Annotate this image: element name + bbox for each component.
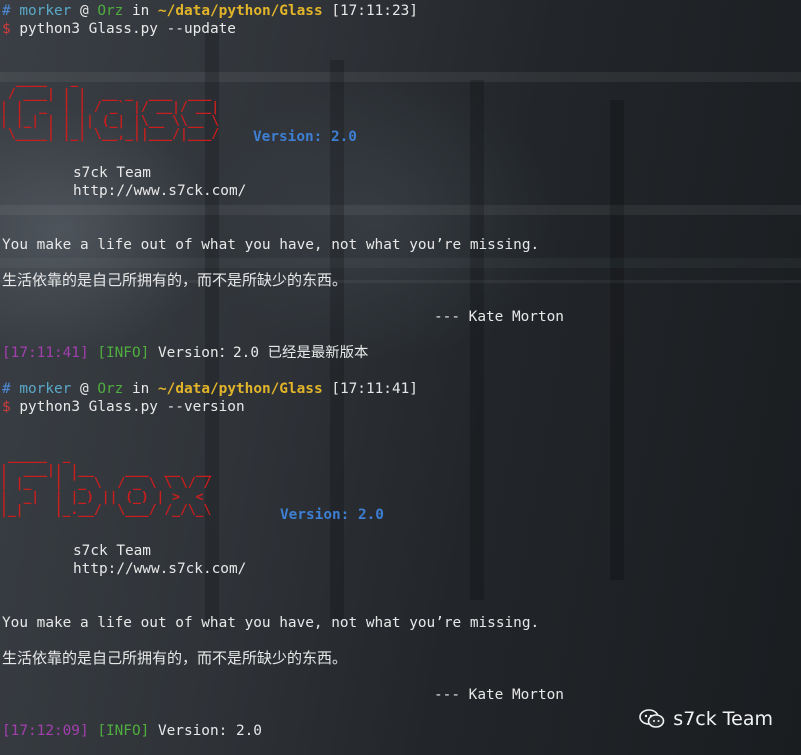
wechat-icon bbox=[639, 709, 665, 729]
prompt-dollar: $ bbox=[2, 21, 11, 37]
log-message: Version：2.0 已经是最新版本 bbox=[157, 345, 369, 361]
command-text: python3 Glass.py --version bbox=[19, 399, 245, 415]
prompt-at: @ bbox=[80, 381, 89, 397]
prompt-line-2: # morker @ Orz in ~/data/python/Glass [1… bbox=[2, 380, 418, 398]
prompt-path: ~/data/python/Glass bbox=[158, 381, 323, 397]
log-line-1: [17:11:41] [INFO] Version：2.0 已经是最新版本 bbox=[2, 344, 368, 362]
team-url: http://www.s7ck.com/ bbox=[73, 183, 247, 199]
log-time: [17:12:09] bbox=[2, 723, 89, 739]
watermark-text: s7ck Team bbox=[673, 708, 773, 730]
prompt-time: [17:11:23] bbox=[331, 3, 418, 19]
watermark: s7ck Team bbox=[639, 708, 773, 730]
team-name: s7ck Team bbox=[73, 165, 151, 181]
prompt-user: morker bbox=[19, 381, 72, 397]
prompt-host: Orz bbox=[97, 3, 124, 19]
team-url: http://www.s7ck.com/ bbox=[73, 561, 247, 577]
log-line-2: [17:12:09] [INFO] Version: 2.0 bbox=[2, 722, 262, 740]
prompt-dollar: $ bbox=[2, 399, 11, 415]
quote-chinese: 生活依靠的是自己所拥有的，而不是所缺少的东西。 bbox=[2, 271, 348, 289]
log-level: [INFO] bbox=[97, 723, 150, 739]
prompt-at: @ bbox=[80, 3, 89, 19]
prompt-in: in bbox=[132, 3, 150, 19]
log-message: Version: 2.0 bbox=[157, 723, 262, 739]
team-name: s7ck Team bbox=[73, 543, 151, 559]
prompt-hash: # bbox=[2, 3, 11, 19]
quote-author: --- Kate Morton bbox=[434, 687, 564, 703]
prompt-line-1: # morker @ Orz in ~/data/python/Glass [1… bbox=[2, 2, 418, 20]
prompt-hash: # bbox=[2, 381, 11, 397]
quote-author: --- Kate Morton bbox=[434, 309, 564, 325]
version-label: Version: 2.0 bbox=[280, 507, 384, 523]
log-level: [INFO] bbox=[97, 345, 150, 361]
prompt-in: in bbox=[132, 381, 150, 397]
prompt-time: [17:11:41] bbox=[331, 381, 418, 397]
prompt-path: ~/data/python/Glass bbox=[158, 3, 323, 19]
glass-banner-art: ____ _ / ___| | | __ _ ___ ___ | | _ | |… bbox=[0, 73, 220, 142]
quote-english: You make a life out of what you have, no… bbox=[2, 615, 540, 631]
prompt-host: Orz bbox=[97, 381, 124, 397]
fbox-banner-art: _____ _ | ___|| |__ ___ __ __ | |_ | '_ … bbox=[0, 449, 212, 518]
version-label: Version: 2.0 bbox=[253, 129, 357, 145]
quote-english: You make a life out of what you have, no… bbox=[2, 237, 540, 253]
log-time: [17:11:41] bbox=[2, 345, 89, 361]
prompt-user: morker bbox=[19, 3, 72, 19]
command-text: python3 Glass.py --update bbox=[19, 21, 236, 37]
command-line-2: $ python3 Glass.py --version bbox=[2, 398, 245, 416]
quote-chinese: 生活依靠的是自己所拥有的，而不是所缺少的东西。 bbox=[2, 649, 348, 667]
command-line-1: $ python3 Glass.py --update bbox=[2, 20, 236, 38]
